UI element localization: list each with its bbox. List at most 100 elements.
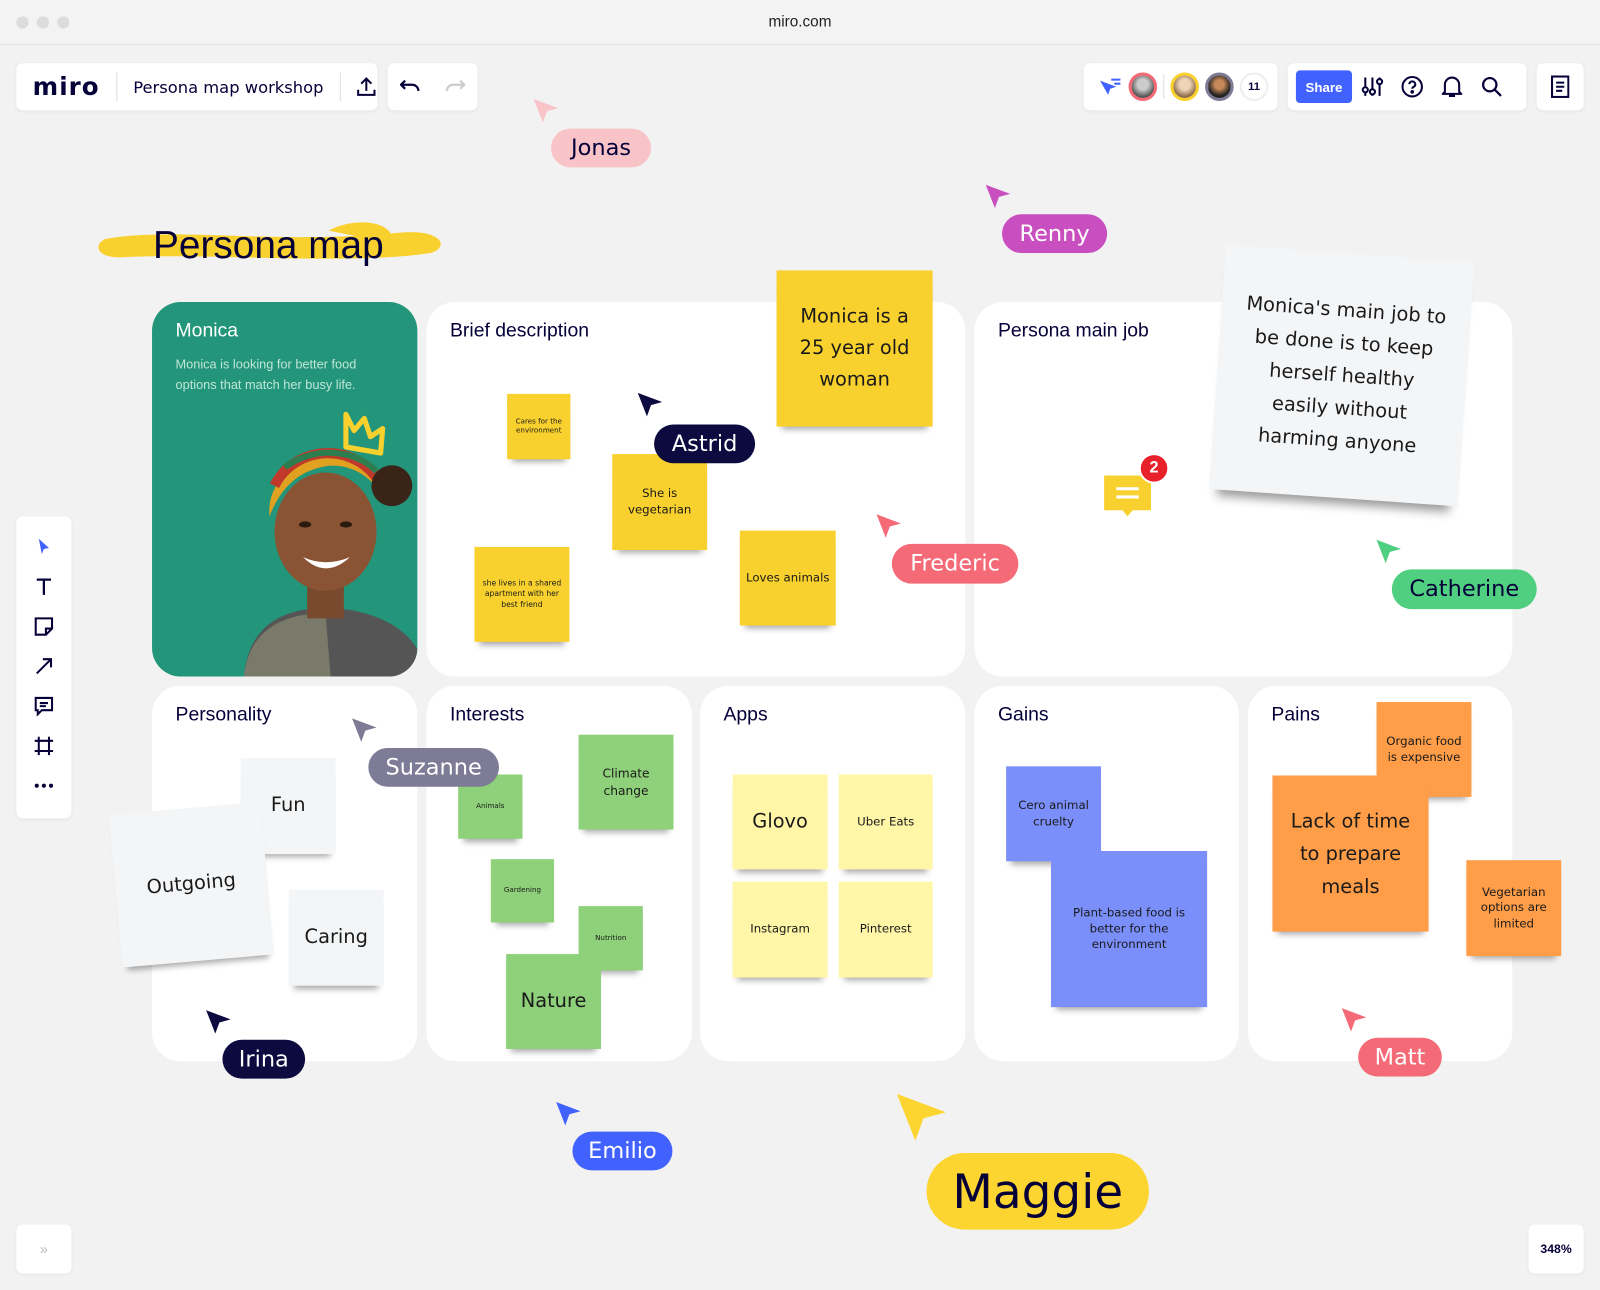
board-title-text: Persona map: [153, 224, 384, 268]
sticky-note[interactable]: Plant-based food is better for the envir…: [1051, 851, 1208, 1008]
board-name[interactable]: Persona map workshop: [133, 77, 323, 96]
sticky-note[interactable]: She is vegetarian: [612, 454, 708, 550]
frame-title: Interests: [449, 704, 525, 726]
select-tool[interactable]: [16, 527, 71, 567]
frame-tool[interactable]: [16, 726, 71, 766]
sticky-note[interactable]: Caring: [288, 889, 384, 986]
apps-frame[interactable]: Apps: [699, 685, 966, 1062]
sticky-note[interactable]: Cares for the environment: [507, 393, 571, 460]
comment-icon: [1104, 475, 1152, 517]
cursor-pointer-icon: [985, 184, 1011, 209]
share-button[interactable]: Share: [1295, 70, 1353, 104]
cursor-label-emilio: Emilio: [572, 1131, 673, 1171]
collaborator-count[interactable]: 11: [1239, 72, 1269, 102]
notifications-bell-icon[interactable]: [1432, 76, 1473, 98]
frame-title: Pains: [1271, 704, 1320, 726]
persona-card[interactable]: Monica Monica is looking for better food…: [152, 302, 418, 677]
follow-cursor-icon[interactable]: [1098, 77, 1122, 97]
frame-title: Persona main job: [997, 320, 1149, 342]
undo-redo-panel: [387, 63, 478, 111]
expand-panel-button[interactable]: »: [16, 1224, 72, 1274]
frame-title: Personality: [175, 704, 272, 726]
sticky-note[interactable]: Lack of time to prepare meals: [1272, 775, 1429, 932]
connector-tool[interactable]: [16, 646, 71, 686]
board-toolbar: miro Persona map workshop: [16, 63, 378, 111]
creation-toolbar: [16, 516, 72, 819]
sticky-note[interactable]: Nature: [506, 954, 602, 1049]
persona-portrait: [243, 411, 418, 677]
sticky-note[interactable]: Outgoing: [108, 801, 274, 968]
comment-thread[interactable]: 2: [1104, 453, 1170, 517]
settings-sliders-icon[interactable]: [1352, 76, 1393, 98]
cursor-label-jonas: Jonas: [551, 128, 652, 168]
comment-count-badge: 2: [1138, 453, 1170, 484]
cursor-pointer-icon: [556, 1102, 581, 1126]
sticky-note[interactable]: Vegetarian options are limited: [1466, 860, 1562, 957]
miro-logo[interactable]: miro: [33, 72, 100, 101]
comment-tool[interactable]: [16, 686, 71, 726]
cursor-pointer-icon: [876, 514, 902, 538]
frame-title: Apps: [723, 704, 768, 726]
cursor-label-frederic: Frederic: [891, 543, 1019, 584]
sticky-note[interactable]: Monica's main job to be done is to keep …: [1209, 244, 1475, 507]
actions-panel: Share: [1287, 63, 1527, 111]
document-icon: [1551, 75, 1570, 98]
more-icon: [34, 783, 54, 788]
persona-name: Monica: [175, 320, 239, 342]
redo-icon[interactable]: [445, 79, 466, 95]
cursor-pointer-icon: [637, 392, 663, 417]
cursor-pointer-icon: [533, 98, 559, 123]
crown-icon: [343, 411, 386, 456]
divider: [339, 72, 341, 102]
cursor-pointer-icon: [1376, 539, 1402, 564]
export-icon[interactable]: [355, 76, 377, 98]
sticky-note[interactable]: she lives in a shared apartment with her…: [474, 546, 570, 642]
sticky-note[interactable]: Glovo: [732, 774, 828, 870]
sticky-note-icon: [34, 616, 54, 636]
divider: [1163, 74, 1165, 99]
sticky-note[interactable]: Instagram: [732, 881, 828, 978]
search-icon[interactable]: [1472, 76, 1511, 97]
avatar[interactable]: [1170, 72, 1199, 102]
sticky-note-tool[interactable]: [16, 606, 71, 646]
cursor-label-maggie: Maggie: [926, 1153, 1149, 1230]
cursor-label-matt: Matt: [1358, 1037, 1442, 1077]
browser-titlebar: miro.com: [0, 0, 1600, 45]
more-tools-button[interactable]: [16, 765, 71, 805]
miro-board-window: miro.com miro Persona map workshop 11 Sh…: [0, 0, 1600, 1290]
notes-panel-button[interactable]: [1536, 63, 1584, 111]
sticky-note[interactable]: Loves animals: [739, 530, 836, 626]
url-text: miro.com: [768, 13, 832, 31]
cursor-label-renny: Renny: [1002, 214, 1108, 254]
avatar[interactable]: [1205, 72, 1234, 102]
sticky-note[interactable]: Pinterest: [838, 881, 933, 978]
sticky-note[interactable]: Uber Eats: [838, 774, 933, 870]
arrow-icon: [36, 657, 53, 674]
sticky-note[interactable]: Monica is a 25 year old woman: [776, 270, 933, 427]
text-icon: [36, 577, 52, 595]
sticky-note[interactable]: Gardening: [490, 859, 555, 923]
cursor-label-suzanne: Suzanne: [368, 747, 499, 787]
collaborators-panel: 11: [1083, 63, 1278, 111]
cursor-pointer-icon: [896, 1093, 946, 1141]
cursor-label-catherine: Catherine: [1391, 569, 1537, 610]
sticky-note[interactable]: Climate change: [578, 734, 674, 830]
pointer-icon: [38, 538, 49, 554]
undo-icon[interactable]: [399, 79, 420, 95]
cursor-pointer-icon: [206, 1010, 231, 1034]
cursor-label-astrid: Astrid: [654, 424, 756, 464]
frame-title: Brief description: [449, 320, 590, 342]
frame-title: Gains: [997, 704, 1049, 726]
board-title[interactable]: Persona map: [94, 218, 447, 267]
text-tool[interactable]: [16, 566, 71, 606]
cursor-pointer-icon: [1341, 1008, 1367, 1032]
sticky-note[interactable]: Cero animal cruelty: [1006, 766, 1102, 862]
help-icon[interactable]: [1393, 76, 1432, 98]
avatar[interactable]: [1128, 72, 1158, 102]
zoom-level[interactable]: 348%: [1528, 1224, 1584, 1274]
comment-icon: [34, 696, 54, 716]
divider: [115, 72, 117, 102]
frame-icon: [34, 736, 54, 755]
cursor-label-irina: Irina: [222, 1039, 306, 1079]
persona-description: Monica is looking for better food option…: [175, 357, 357, 392]
